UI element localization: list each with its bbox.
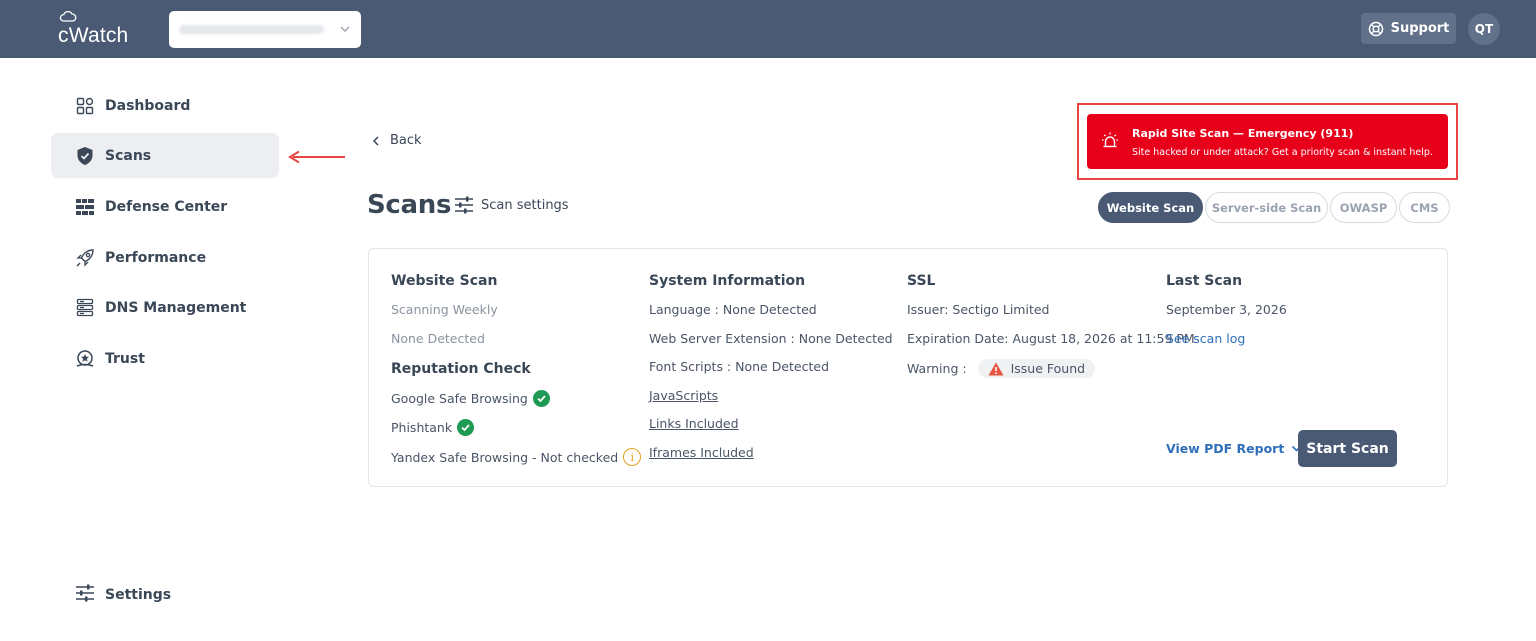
javascripts-link[interactable]: JavaScripts [649, 388, 718, 403]
last-scan-heading: Last Scan [1166, 273, 1243, 289]
issue-found-label: Issue Found [1010, 361, 1086, 376]
scan-frequency: Scanning Weekly [391, 302, 498, 317]
site-selector[interactable] [169, 11, 361, 48]
tab-owasp[interactable]: OWASP [1330, 192, 1397, 223]
check-circle-icon [457, 419, 475, 436]
sidebar-item-label: Dashboard [105, 97, 191, 114]
ssl-warning: Warning : Issue Found [907, 359, 1096, 378]
arrow-left-annotation [288, 150, 345, 164]
website-scan-heading: Website Scan [391, 273, 498, 289]
page-title: Scans [367, 190, 452, 220]
ssl-warning-label: Warning : [907, 361, 967, 376]
phishtank-label: Phishtank [391, 420, 453, 435]
warning-triangle-icon [988, 362, 1004, 375]
lifebuoy-icon [1368, 21, 1383, 36]
site-selector-value [179, 25, 324, 34]
sidebar-item-settings[interactable]: Settings [51, 572, 279, 617]
chevron-down-icon [340, 26, 350, 32]
view-pdf-report-label: View PDF Report [1166, 441, 1285, 456]
sidebar-item-dashboard[interactable]: Dashboard [51, 83, 279, 128]
sidebar-item-label: DNS Management [105, 299, 247, 316]
support-label: Support [1390, 21, 1450, 36]
scan-detected: None Detected [391, 331, 485, 346]
sidebar-item-label: Scans [105, 147, 152, 164]
tab-server-side-scan[interactable]: Server-side Scan [1205, 192, 1328, 223]
start-scan-button[interactable]: Start Scan [1298, 430, 1397, 467]
last-scan-date: September 3, 2026 [1166, 302, 1287, 317]
iframes-included-link[interactable]: Iframes Included [649, 445, 754, 460]
alarm-icon [1102, 132, 1118, 148]
system-information-heading: System Information [649, 273, 806, 289]
issue-found-badge[interactable]: Issue Found [977, 359, 1096, 378]
avatar[interactable]: QT [1468, 13, 1500, 45]
sidebar-item-trust[interactable]: Trust [51, 336, 279, 381]
scan-summary-card: Website Scan Scanning Weekly None Detect… [368, 248, 1448, 487]
sidebar-item-label: Trust [105, 350, 145, 367]
system-font-scripts: Font Scripts : None Detected [649, 359, 830, 374]
badge-icon [75, 349, 95, 369]
scan-settings-button[interactable]: Scan settings [454, 196, 569, 214]
tab-website-scan[interactable]: Website Scan [1098, 192, 1203, 223]
system-web-server-extension: Web Server Extension : None Detected [649, 331, 893, 346]
info-icon[interactable]: i [623, 448, 642, 466]
back-label: Back [390, 133, 422, 148]
tab-cms[interactable]: CMS [1399, 192, 1450, 223]
emergency-scan-banner[interactable]: Rapid Site Scan — Emergency (911) Site h… [1087, 114, 1448, 169]
google-safe-browsing-label: Google Safe Browsing [391, 391, 528, 406]
yandex-safe-browsing: Yandex Safe Browsing - Not checked i [391, 448, 642, 466]
cwatch-logo[interactable]: cWatch [58, 10, 138, 48]
sidebar-item-label: Settings [105, 586, 172, 603]
shield-check-icon [75, 146, 95, 166]
links-included-link[interactable]: Links Included [649, 416, 739, 431]
chevron-left-icon [372, 135, 379, 146]
rocket-icon [75, 248, 95, 268]
server-icon [75, 298, 95, 318]
sidebar-item-defense-center[interactable]: Defense Center [51, 184, 279, 229]
sidebar-item-scans[interactable]: Scans [51, 133, 279, 178]
ssl-heading: SSL [907, 273, 936, 289]
system-language: Language : None Detected [649, 302, 817, 317]
sidebar-item-label: Defense Center [105, 198, 228, 215]
support-button[interactable]: Support [1361, 13, 1456, 44]
see-scan-log-link[interactable]: See scan log [1166, 331, 1245, 346]
ssl-expiration: Expiration Date: August 18, 2026 at 11:5… [907, 331, 1195, 346]
google-safe-browsing: Google Safe Browsing [391, 390, 550, 407]
scan-settings-label: Scan settings [481, 197, 569, 213]
emergency-subtitle: Site hacked or under attack? Get a prior… [1132, 147, 1433, 158]
brick-wall-icon [75, 197, 95, 217]
yandex-safe-browsing-label: Yandex Safe Browsing - Not checked [391, 449, 619, 465]
reputation-check-heading: Reputation Check [391, 361, 531, 377]
phishtank: Phishtank [391, 419, 475, 436]
sidebar-item-label: Performance [105, 249, 207, 266]
logo-text: cWatch [58, 24, 129, 47]
top-bar: cWatch Support QT [0, 0, 1536, 58]
scan-type-tabs: Website Scan Server-side Scan OWASP CMS [1098, 192, 1450, 223]
ssl-issuer: Issuer: Sectigo Limited [907, 302, 1050, 317]
cloud-icon [59, 10, 77, 22]
sliders-icon [455, 196, 473, 214]
view-pdf-report-button[interactable]: View PDF Report [1166, 441, 1302, 456]
sliders-icon [75, 584, 95, 606]
dashboard-icon [75, 96, 95, 116]
sidebar-item-dns-management[interactable]: DNS Management [51, 285, 279, 330]
sidebar-item-performance[interactable]: Performance [51, 235, 279, 280]
check-circle-icon [532, 390, 550, 407]
back-link[interactable]: Back [372, 133, 422, 148]
emergency-title: Rapid Site Scan — Emergency (911) [1132, 127, 1354, 140]
